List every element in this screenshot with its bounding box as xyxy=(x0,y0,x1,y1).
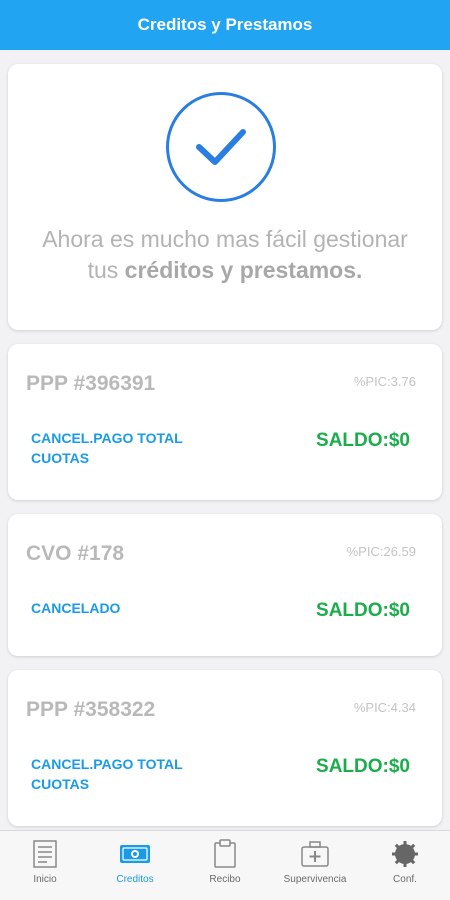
tab-label: Supervivencia xyxy=(283,874,347,885)
gear-icon xyxy=(392,841,418,867)
tab-label: Conf. xyxy=(393,874,417,885)
tab-label: Inicio xyxy=(33,874,57,885)
loan-status: CANCEL.PAGO TOTAL CUOTAS xyxy=(31,756,183,792)
loan-pic: %PIC:3.76 xyxy=(353,374,416,389)
loan-pic: %PIC:26.59 xyxy=(346,544,416,559)
loan-saldo: SALDO:$0 xyxy=(316,756,410,777)
tab-creditos[interactable]: Creditos xyxy=(90,831,180,900)
loan-saldo: SALDO:$0 xyxy=(316,600,410,621)
app-header: Creditos y Prestamos xyxy=(0,0,450,50)
clipboard-icon xyxy=(214,839,236,868)
tab-recibo[interactable]: Recibo xyxy=(180,831,270,900)
money-icon xyxy=(120,845,150,863)
info-card: Ahora es mucho mas fácil gestionar tus c… xyxy=(8,64,442,330)
loan-status: CANCEL.PAGO TOTAL CUOTAS xyxy=(31,430,183,466)
tab-bar: Inicio Creditos Recibo Supervivencia Con… xyxy=(0,830,450,900)
tab-inicio[interactable]: Inicio xyxy=(0,831,90,900)
tab-label: Creditos xyxy=(116,874,154,885)
loan-card[interactable]: CVO #178 %PIC:26.59 CANCELADO SALDO:$0 xyxy=(8,514,442,656)
loan-code: CVO #178 xyxy=(26,542,125,565)
loan-pic: %PIC:4.34 xyxy=(353,700,416,715)
loan-code: PPP #358322 xyxy=(26,698,156,721)
loan-card[interactable]: PPP #358322 %PIC:4.34 CANCEL.PAGO TOTAL … xyxy=(8,670,442,826)
info-text: Ahora es mucho mas fácil gestionar tus c… xyxy=(42,226,408,283)
tab-supervivencia[interactable]: Supervivencia xyxy=(270,831,360,900)
loan-status: CANCELADO xyxy=(31,600,121,616)
page-title: Creditos y Prestamos xyxy=(137,15,313,34)
document-icon xyxy=(33,840,57,868)
loan-code: PPP #396391 xyxy=(26,372,156,395)
check-icon xyxy=(166,92,276,202)
tab-conf[interactable]: Conf. xyxy=(360,831,450,900)
loan-saldo: SALDO:$0 xyxy=(316,430,410,451)
tab-label: Recibo xyxy=(209,874,241,885)
content-area[interactable]: Ahora es mucho mas fácil gestionar tus c… xyxy=(0,50,450,830)
medical-kit-icon xyxy=(301,841,329,867)
loan-card[interactable]: PPP #396391 %PIC:3.76 CANCEL.PAGO TOTAL … xyxy=(8,344,442,500)
